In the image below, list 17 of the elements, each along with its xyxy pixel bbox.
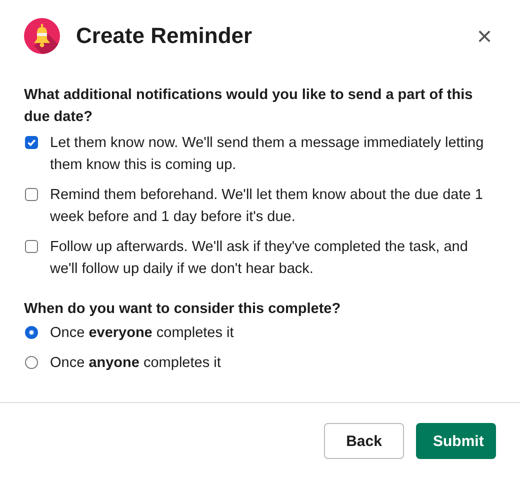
checkbox[interactable] (25, 136, 38, 149)
option-label: Once everyone completes it (50, 324, 235, 343)
question-text: What additional notifications would you like to send a part of this due date? (24, 86, 474, 127)
checkbox[interactable] (25, 188, 38, 201)
option-label: Follow up afterwards. We'll ask if they've completed the task, and we'll follow up daily if we don't hear back. (50, 238, 469, 279)
dialog-title: Create Reminder (76, 23, 254, 49)
checkbox[interactable] (25, 240, 38, 253)
option-label: Let them know now. We'll send them a message immediately letting them know this is coming up. (50, 134, 485, 175)
option-label: Remind them beforehand. We'll let them know about the due date 1 week before and 1 day before it's due. (50, 186, 484, 227)
radio-button[interactable] (25, 326, 38, 339)
close-button[interactable]: × (472, 23, 496, 49)
back-button[interactable]: Back (324, 423, 404, 459)
option-label: Once anyone completes it (50, 354, 222, 373)
bell-icon (24, 18, 60, 54)
question-text: When do you want to consider this complete? (24, 300, 342, 319)
radio-button[interactable] (25, 356, 38, 369)
submit-button[interactable]: Submit (416, 423, 496, 459)
